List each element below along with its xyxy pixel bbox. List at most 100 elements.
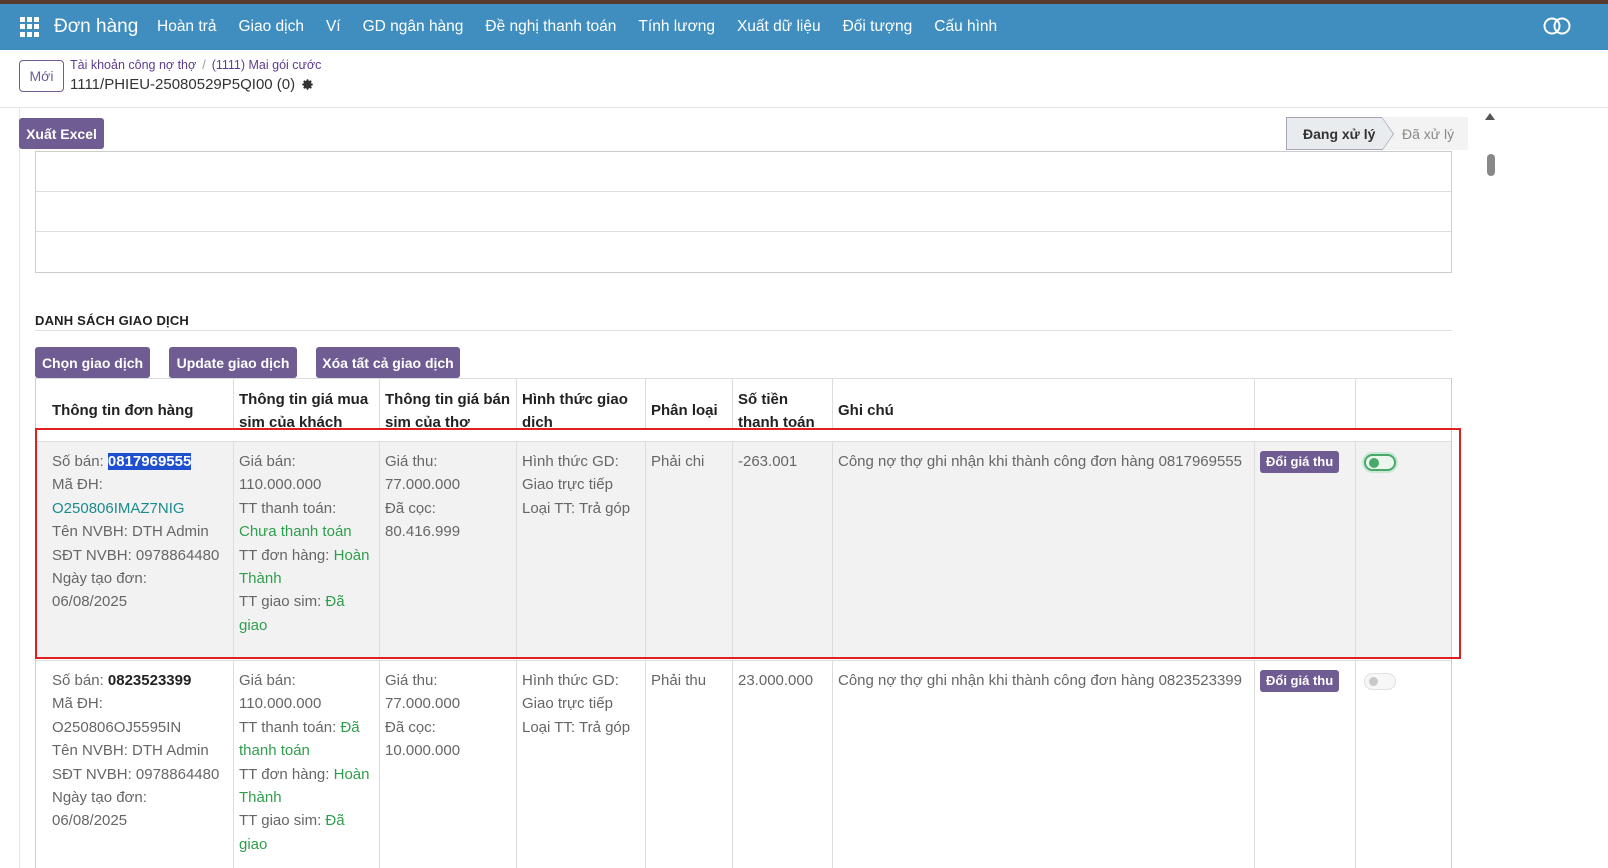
- breadcrumb-item-account[interactable]: Tài khoản công nợ thợ: [70, 58, 196, 72]
- collect-price-label: Giá thu:: [385, 453, 438, 470]
- header-category[interactable]: Phân loại: [646, 379, 733, 430]
- breadcrumb-separator: /: [202, 58, 206, 72]
- order-info-cell: Số bán: 0823523399 Mã ĐH: O250806OJ5595I…: [36, 661, 234, 868]
- menu-item-vi[interactable]: Ví: [315, 18, 352, 36]
- status-processing[interactable]: Đang xử lý: [1286, 117, 1394, 151]
- row-toggle-switch[interactable]: [1364, 673, 1396, 690]
- sales-staff-name: Tên NVBH: DTH Admin: [52, 742, 209, 760]
- order-date-label: Ngày tạo đơn:: [52, 570, 147, 588]
- note-cell: Công nợ thợ ghi nhận khi thành công đơn …: [833, 661, 1255, 868]
- menu-item-gd-ngan-hang[interactable]: GD ngân hàng: [352, 18, 475, 36]
- app-brand[interactable]: Đơn hàng: [54, 16, 138, 38]
- sim-number[interactable]: 0823523399: [108, 672, 191, 689]
- category-cell: Phải chi: [646, 442, 733, 659]
- status-bar: Đang xử lý Đã xử lý: [1286, 117, 1468, 151]
- payment-status: Chưa thanh toán: [239, 523, 352, 541]
- row-toggle-switch[interactable]: [1364, 454, 1396, 471]
- menu-item-hoan-tra[interactable]: Hoàn trả: [146, 18, 227, 36]
- amount-cell: 23.000.000: [733, 661, 833, 868]
- header-toggle: [1356, 379, 1451, 430]
- export-excel-button[interactable]: Xuất Excel: [19, 118, 104, 149]
- main-menu: Hoàn trả Giao dịch Ví GD ngân hàng Đề ng…: [146, 4, 1008, 50]
- customer-price-cell: Giá bán: 110.000.000 TT thanh toán: Chưa…: [234, 442, 380, 659]
- action-cell: Đổi giá thu: [1255, 442, 1356, 659]
- top-navbar: Đơn hàng Hoàn trả Giao dịch Ví GD ngân h…: [0, 4, 1608, 50]
- section-divider: [35, 330, 1452, 331]
- order-date: 06/08/2025: [52, 812, 128, 830]
- vertical-scrollbar[interactable]: [1478, 108, 1504, 868]
- payment-status-label: TT thanh toán:: [239, 718, 341, 736]
- collect-price-label: Giá thu:: [385, 672, 438, 689]
- category-cell: Phải thu: [646, 661, 733, 868]
- empty-table: [35, 151, 1452, 273]
- table-row[interactable]: Số bán: 0817969555 Mã ĐH: O250806IMAZ7NI…: [36, 441, 1451, 659]
- collect-price: 77.000.000: [385, 476, 461, 494]
- order-code-label: Mã ĐH:: [52, 695, 103, 713]
- new-button[interactable]: Mới: [19, 60, 64, 92]
- header-customer-price[interactable]: Thông tin giá mua sim của khách: [234, 379, 380, 430]
- sale-price: 110.000.000: [239, 476, 322, 494]
- method-label: Hình thức GD:: [522, 453, 619, 470]
- breadcrumb-item-package[interactable]: (1111) Mai gói cước: [212, 58, 322, 72]
- scroll-thumb[interactable]: [1487, 154, 1495, 176]
- transaction-method-cell: Hình thức GD: Giao trực tiếp Loại TT: Tr…: [517, 661, 646, 868]
- sales-staff-phone: SĐT NVBH: 0978864480: [52, 546, 220, 564]
- deposit-amount: 80.416.999: [385, 523, 461, 541]
- order-code-link[interactable]: O250806IMAZ7NIG: [52, 497, 228, 520]
- menu-item-de-nghi-thanh-toan[interactable]: Đề nghị thanh toán: [474, 18, 627, 36]
- toggle-switch-icon[interactable]: [1542, 16, 1572, 36]
- deposit-label: Đã cọc:: [385, 499, 436, 517]
- sale-price-label: Giá bán:: [239, 672, 296, 689]
- order-date: 06/08/2025: [52, 593, 128, 611]
- method-label: Hình thức GD:: [522, 672, 619, 689]
- order-code-link[interactable]: O250806OJ5595IN: [52, 716, 228, 739]
- menu-item-doi-tuong[interactable]: Đối tượng: [832, 18, 924, 36]
- sim-delivery-label: TT giao sim:: [239, 593, 326, 611]
- method-value: Giao trực tiếp: [522, 695, 613, 713]
- control-panel: Mới Tài khoản công nợ thợ / (1111) Mai gói…: [0, 50, 1608, 108]
- action-cell: Đổi giá thu: [1255, 661, 1356, 868]
- header-order-info[interactable]: Thông tin đơn hàng: [36, 379, 234, 430]
- deposit-amount: 10.000.000: [385, 742, 461, 760]
- header-amount[interactable]: Số tiền thanh toán: [733, 379, 833, 430]
- sales-staff-name: Tên NVBH: DTH Admin: [52, 523, 209, 541]
- order-code-label: Mã ĐH:: [52, 476, 103, 494]
- header-worker-price[interactable]: Thông tin giá bán sim của thợ: [380, 379, 517, 430]
- worker-price-cell: Giá thu: 77.000.000 Đã cọc: 10.000.000: [380, 661, 517, 868]
- record-title: 1111/PHIEU-25080529P5QI00 (0): [70, 76, 314, 93]
- table-header: Thông tin đơn hàng Thông tin giá mua sim…: [36, 378, 1451, 430]
- sale-price: 110.000.000: [239, 695, 322, 713]
- update-transaction-button[interactable]: Update giao dịch: [169, 347, 297, 378]
- header-transaction-method[interactable]: Hình thức giao dịch: [517, 379, 646, 430]
- record-title-text: 1111/PHIEU-25080529P5QI00 (0): [70, 76, 296, 93]
- status-processed[interactable]: Đã xử lý: [1382, 117, 1468, 150]
- sim-number[interactable]: 0817969555: [107, 453, 192, 470]
- amount-cell: -263.001: [733, 442, 833, 659]
- gear-icon[interactable]: [301, 78, 314, 91]
- delete-all-transactions-button[interactable]: Xóa tất cả giao dịch: [316, 347, 460, 378]
- empty-table-row: [36, 192, 1451, 232]
- menu-item-giao-dich[interactable]: Giao dịch: [227, 18, 314, 36]
- change-collect-price-button[interactable]: Đổi giá thu: [1260, 451, 1340, 473]
- change-collect-price-button[interactable]: Đổi giá thu: [1260, 670, 1340, 692]
- select-transaction-button[interactable]: Chọn giao dịch: [35, 347, 150, 378]
- menu-item-xuat-du-lieu[interactable]: Xuất dữ liệu: [726, 18, 832, 36]
- sim-delivery-label: TT giao sim:: [239, 812, 326, 830]
- table-row[interactable]: Số bán: 0823523399 Mã ĐH: O250806OJ5595I…: [36, 660, 1451, 868]
- apps-grid-icon[interactable]: [20, 17, 40, 37]
- order-date-label: Ngày tạo đơn:: [52, 789, 147, 807]
- sale-price-label: Giá bán:: [239, 453, 296, 470]
- menu-item-cau-hinh[interactable]: Cấu hình: [923, 18, 1008, 36]
- order-info-cell: Số bán: 0817969555 Mã ĐH: O250806IMAZ7NI…: [36, 442, 234, 659]
- scroll-up-arrow-icon[interactable]: [1485, 113, 1495, 120]
- breadcrumb: Tài khoản công nợ thợ / (1111) Mai gói cướ…: [70, 58, 321, 72]
- sales-staff-phone: SĐT NVBH: 0978864480: [52, 765, 220, 783]
- note-cell: Công nợ thợ ghi nhận khi thành công đơn …: [833, 442, 1255, 659]
- header-action: [1255, 379, 1356, 430]
- transaction-method-cell: Hình thức GD: Giao trực tiếp Loại TT: Tr…: [517, 442, 646, 659]
- menu-item-tinh-luong[interactable]: Tính lương: [627, 18, 726, 36]
- toggle-cell: [1356, 661, 1451, 868]
- deposit-label: Đã cọc:: [385, 718, 436, 736]
- customer-price-cell: Giá bán: 110.000.000 TT thanh toán: Đã t…: [234, 661, 380, 868]
- header-note[interactable]: Ghi chú: [833, 379, 1255, 430]
